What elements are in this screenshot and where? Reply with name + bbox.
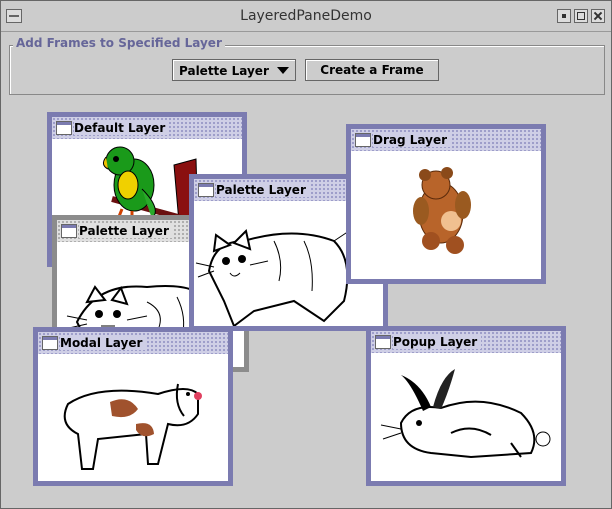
title-bar[interactable]: LayeredPaneDemo [1,1,611,32]
frame-drag-layer[interactable]: Drag Layer [346,124,546,284]
frame-title: Default Layer [74,121,170,135]
layer-select-value: Palette Layer [179,64,269,78]
frame-icon[interactable] [375,335,391,349]
dog-image [63,383,202,470]
minimize-icon[interactable] [557,9,571,23]
frame-title: Palette Layer [216,183,310,197]
frame-title: Palette Layer [79,224,173,238]
frame-title: Popup Layer [393,335,482,349]
layer-select[interactable]: Palette Layer [172,59,296,81]
rabbit-image [380,369,551,459]
frame-title-bar[interactable]: Default Layer [52,117,242,139]
frame-icon[interactable] [198,183,214,197]
teddy-bear-image [413,167,471,254]
create-frame-button[interactable]: Create a Frame [305,59,439,81]
frame-title-bar[interactable]: Modal Layer [38,332,228,354]
window-title: LayeredPaneDemo [240,8,372,24]
maximize-icon[interactable] [574,9,588,23]
frame-icon[interactable] [56,121,72,135]
chevron-down-icon[interactable] [277,67,289,74]
frame-icon[interactable] [355,133,371,147]
frame-title: Drag Layer [373,133,451,147]
frame-icon[interactable] [42,336,58,350]
frame-title: Modal Layer [60,336,147,350]
frame-content [38,354,228,481]
frame-icon[interactable] [61,224,77,238]
frame-content [351,151,541,279]
frame-modal-layer[interactable]: Modal Layer [33,327,233,486]
frame-popup-layer[interactable]: Popup Layer [366,326,566,486]
close-icon[interactable] [591,9,605,23]
frame-content [371,353,561,481]
group-label: Add Frames to Specified Layer [13,36,225,50]
application-window: LayeredPaneDemo Add Frames to Specified … [0,0,612,509]
frame-title-bar[interactable]: Popup Layer [371,331,561,353]
frame-title-bar[interactable]: Drag Layer [351,129,541,151]
